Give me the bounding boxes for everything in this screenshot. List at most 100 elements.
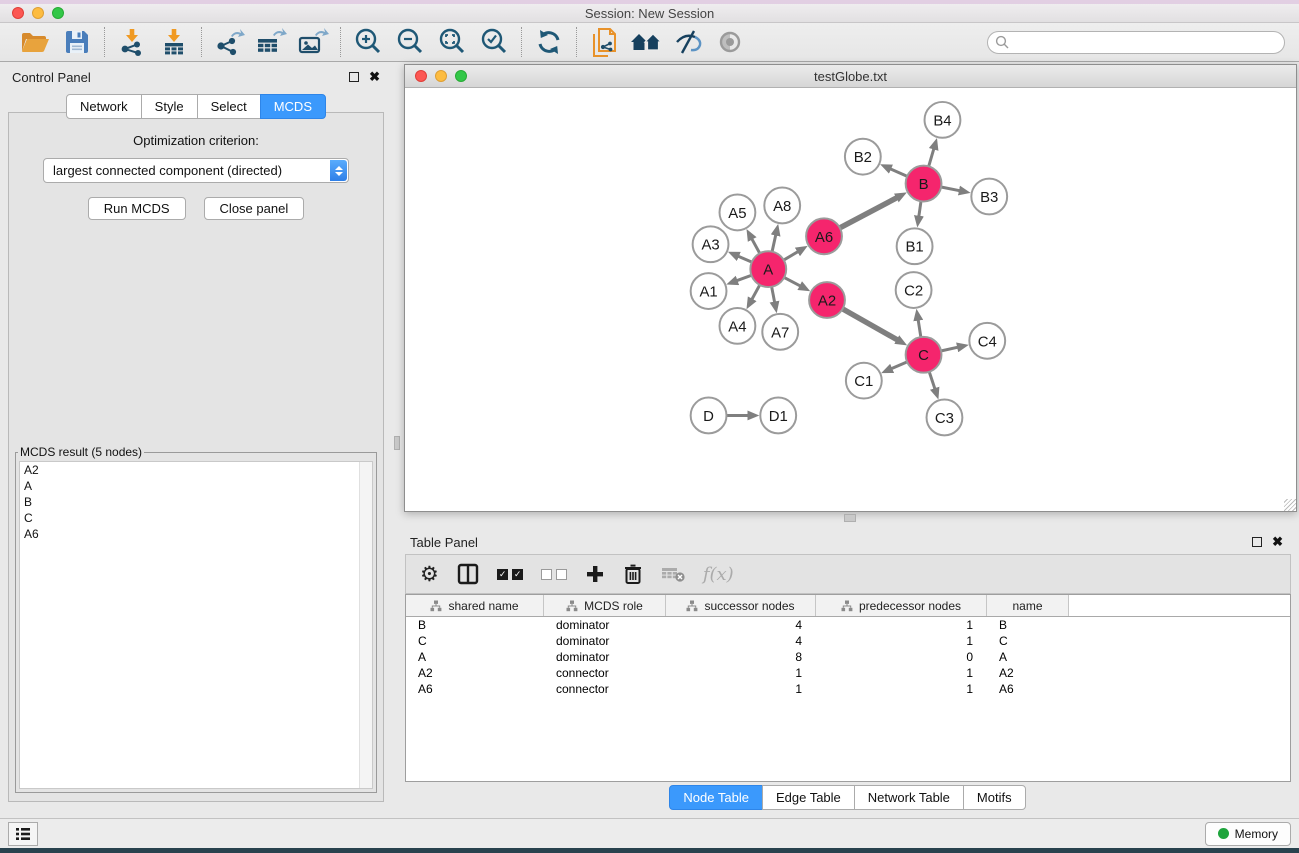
mcds-result-item[interactable]: A2 xyxy=(20,462,372,478)
table-cell[interactable]: B xyxy=(406,618,544,632)
export-table-button[interactable] xyxy=(253,26,289,58)
graph-edge-B-B3[interactable] xyxy=(939,187,961,191)
table-row[interactable]: Bdominator41B xyxy=(406,617,1290,633)
graph-node-D[interactable]: D xyxy=(691,398,727,434)
table-cell[interactable]: A xyxy=(987,650,1069,664)
mcds-result-item[interactable]: B xyxy=(20,494,372,510)
function-builder-button[interactable]: f(x) xyxy=(703,559,734,589)
graph-node-A5[interactable]: A5 xyxy=(720,194,756,230)
table-cell[interactable]: 4 xyxy=(666,618,816,632)
mcds-result-list[interactable]: A2ABCA6 xyxy=(19,461,373,789)
graph-node-C1[interactable]: C1 xyxy=(846,363,882,399)
import-network-button[interactable] xyxy=(114,26,150,58)
table-row[interactable]: A2connector11A2 xyxy=(406,665,1290,681)
table-cell[interactable]: connector xyxy=(544,682,666,696)
table-cell[interactable]: dominator xyxy=(544,618,666,632)
graph-edge-C-C3[interactable] xyxy=(929,370,936,390)
graph-node-A[interactable]: A xyxy=(750,251,786,287)
home-layout-button[interactable] xyxy=(628,26,664,58)
graph-node-C[interactable]: C xyxy=(906,337,942,373)
delete-column-button[interactable] xyxy=(623,559,643,589)
zoom-in-button[interactable] xyxy=(350,26,386,58)
table-cell[interactable]: B xyxy=(987,618,1069,632)
column-header-predecessor-nodes[interactable]: predecessor nodes xyxy=(816,595,987,616)
network-window-titlebar[interactable]: testGlobe.txt xyxy=(405,65,1296,88)
graph-node-B[interactable]: B xyxy=(906,166,942,202)
close-panel-icon[interactable]: ✖ xyxy=(369,72,380,82)
graph-edge-C-C4[interactable] xyxy=(939,347,959,351)
graph-edge-C-C1[interactable] xyxy=(890,361,909,369)
table-cell[interactable]: 0 xyxy=(816,650,987,664)
refresh-button[interactable] xyxy=(531,26,567,58)
zoom-fit-button[interactable] xyxy=(434,26,470,58)
table-cell[interactable]: A xyxy=(406,650,544,664)
table-cell[interactable]: connector xyxy=(544,666,666,680)
hide-selected-button[interactable] xyxy=(670,26,706,58)
table-cell[interactable]: dominator xyxy=(544,634,666,648)
deselect-all-button[interactable] xyxy=(541,559,567,589)
table-cell[interactable]: 4 xyxy=(666,634,816,648)
table-cell[interactable]: A2 xyxy=(987,666,1069,680)
tab-mcds[interactable]: MCDS xyxy=(260,94,326,119)
graph-node-D1[interactable]: D1 xyxy=(760,398,796,434)
graph-node-A6[interactable]: A6 xyxy=(806,218,842,254)
graph-edge-A-A6[interactable] xyxy=(782,251,799,261)
tab-style[interactable]: Style xyxy=(141,94,198,119)
graph-node-C2[interactable]: C2 xyxy=(896,272,932,308)
task-history-button[interactable] xyxy=(8,822,38,846)
network-horizontal-scrollbar[interactable] xyxy=(404,514,1297,523)
table-cell[interactable]: 1 xyxy=(666,666,816,680)
zoom-out-button[interactable] xyxy=(392,26,428,58)
table-cell[interactable]: C xyxy=(987,634,1069,648)
graph-edge-C-C2[interactable] xyxy=(918,319,921,339)
open-file-button[interactable] xyxy=(17,26,53,58)
column-header-MCDS-role[interactable]: MCDS role xyxy=(544,595,666,616)
table-row[interactable]: Adominator80A xyxy=(406,649,1290,665)
graph-node-A8[interactable]: A8 xyxy=(764,188,800,224)
show-all-button[interactable] xyxy=(712,26,748,58)
graph-edge-B-B4[interactable] xyxy=(928,148,934,169)
graph-node-A1[interactable]: A1 xyxy=(691,273,727,309)
table-settings-button[interactable]: ⚙ xyxy=(420,559,439,589)
graph-node-B2[interactable]: B2 xyxy=(845,139,881,175)
criterion-select[interactable]: largest connected component (directed) xyxy=(43,158,349,183)
table-tab-node-table[interactable]: Node Table xyxy=(669,785,763,810)
table-cell[interactable]: dominator xyxy=(544,650,666,664)
table-cell[interactable]: A6 xyxy=(987,682,1069,696)
select-all-button[interactable] xyxy=(497,559,523,589)
table-cell[interactable]: 1 xyxy=(666,682,816,696)
table-cell[interactable]: C xyxy=(406,634,544,648)
table-cell[interactable]: A6 xyxy=(406,682,544,696)
network-vertical-scrollbar[interactable] xyxy=(394,64,400,512)
delete-table-button[interactable] xyxy=(661,559,685,589)
tab-select[interactable]: Select xyxy=(197,94,261,119)
show-columns-button[interactable] xyxy=(457,559,479,589)
float-panel-icon[interactable] xyxy=(349,72,359,82)
graph-node-C3[interactable]: C3 xyxy=(927,400,963,436)
window-resize-grip[interactable] xyxy=(1284,499,1296,511)
export-network-button[interactable] xyxy=(211,26,247,58)
graph-edge-A-A2[interactable] xyxy=(782,277,801,287)
column-header-successor-nodes[interactable]: successor nodes xyxy=(666,595,816,616)
mcds-result-item[interactable]: A xyxy=(20,478,372,494)
graph-node-A3[interactable]: A3 xyxy=(693,226,729,262)
tab-network[interactable]: Network xyxy=(66,94,142,119)
table-row[interactable]: A6connector11A6 xyxy=(406,681,1290,697)
table-cell[interactable]: 1 xyxy=(816,666,987,680)
graph-edge-A2-C[interactable] xyxy=(841,308,899,341)
table-close-icon[interactable]: ✖ xyxy=(1272,537,1283,547)
table-row[interactable]: Cdominator41C xyxy=(406,633,1290,649)
zoom-selected-button[interactable] xyxy=(476,26,512,58)
result-scrollbar[interactable] xyxy=(359,462,372,788)
mcds-result-item[interactable]: A6 xyxy=(20,526,372,542)
graph-node-B3[interactable]: B3 xyxy=(971,179,1007,215)
import-table-button[interactable] xyxy=(156,26,192,58)
table-tab-network-table[interactable]: Network Table xyxy=(854,785,964,810)
graph-edge-A6-B[interactable] xyxy=(838,197,898,229)
graph-node-B1[interactable]: B1 xyxy=(897,228,933,264)
graph-node-C4[interactable]: C4 xyxy=(969,323,1005,359)
column-header-shared-name[interactable]: shared name xyxy=(406,595,544,616)
graph-node-A4[interactable]: A4 xyxy=(720,308,756,344)
table-cell[interactable]: 1 xyxy=(816,682,987,696)
table-cell[interactable]: 8 xyxy=(666,650,816,664)
